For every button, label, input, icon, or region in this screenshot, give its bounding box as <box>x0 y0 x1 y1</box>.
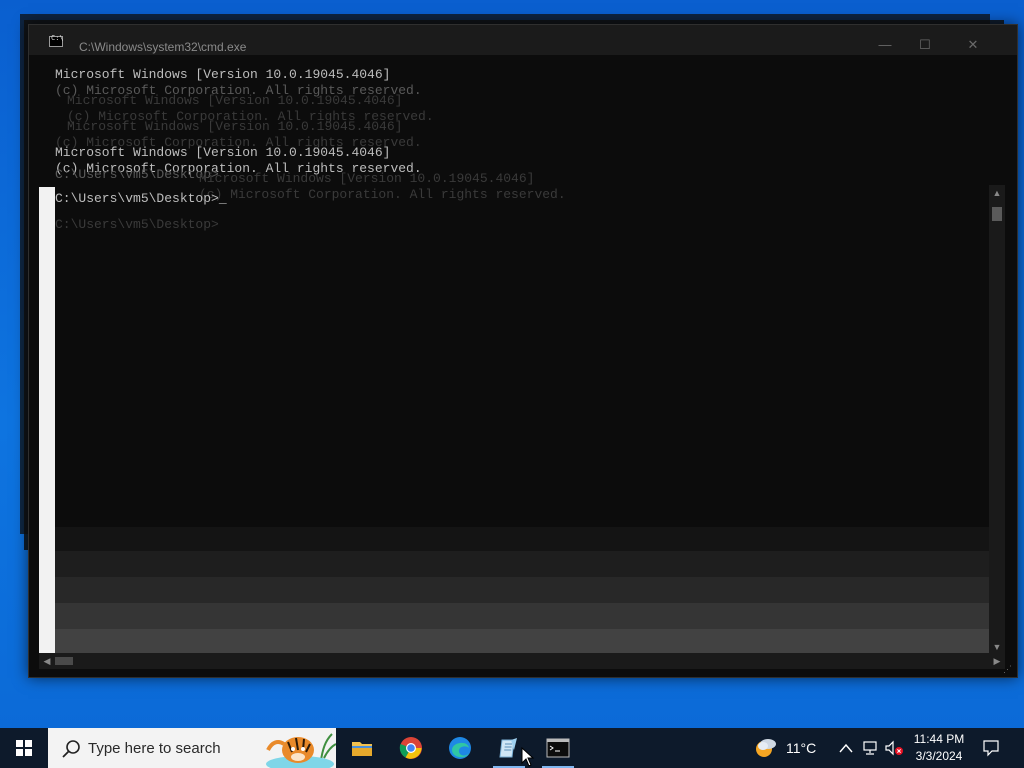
text-cursor: _ <box>218 191 227 206</box>
console-prompt: C:\Users\vm5\Desktop>_ <box>55 191 227 206</box>
console-line: Microsoft Windows [Version 10.0.19045.40… <box>55 145 391 160</box>
horizontal-scrollbar[interactable]: ◀ ▶ <box>39 653 1005 669</box>
console-line-ghost: Microsoft Windows [Version 10.0.19045.40… <box>67 119 403 134</box>
scroll-left-icon[interactable]: ◀ <box>39 653 55 669</box>
chevron-up-icon[interactable] <box>838 742 854 754</box>
search-placeholder: Type here to search <box>88 740 221 757</box>
clock-time: 11:44 PM <box>913 732 965 746</box>
weather-temp[interactable]: 11°C <box>786 740 816 756</box>
taskbar-edge[interactable] <box>436 728 484 768</box>
console-line-ghost: C:\Users\vm5\Desktop> <box>55 217 219 232</box>
ghost-band <box>39 577 989 603</box>
volume-muted-icon[interactable] <box>884 740 904 756</box>
prompt-text: C:\Users\vm5\Desktop> <box>55 191 219 206</box>
tiger-search-highlight-icon <box>266 733 336 768</box>
search-box[interactable]: Type here to search <box>48 728 336 768</box>
clock[interactable]: 11:44 PM 3/3/2024 <box>906 731 972 765</box>
partly-sunny-icon[interactable] <box>752 734 780 762</box>
windows-logo-icon <box>16 740 32 756</box>
window-title: C:\Windows\system32\cmd.exe <box>79 40 247 54</box>
taskbar-chrome[interactable] <box>387 728 435 768</box>
taskbar-file-explorer[interactable] <box>338 728 386 768</box>
scroll-thumb[interactable] <box>992 207 1002 221</box>
desktop: C:\Windows\system32\cmd.exe — ☐ ✕ Micros… <box>0 0 1024 728</box>
console-line-ghost: Microsoft Windows [Version 10.0.19045.40… <box>199 171 535 186</box>
console-line-ghost: C:\Users\vm5\Desktop> <box>55 167 219 182</box>
edge-icon <box>449 737 471 759</box>
minimize-button[interactable]: — <box>871 35 899 55</box>
cmd-window[interactable]: C:\Windows\system32\cmd.exe — ☐ ✕ Micros… <box>28 24 1018 678</box>
start-button[interactable] <box>0 728 48 768</box>
title-bar[interactable]: C:\Windows\system32\cmd.exe — ☐ ✕ <box>29 25 1017 55</box>
ghost-band <box>39 551 989 577</box>
taskbar-cmd[interactable] <box>534 728 582 768</box>
scroll-up-icon[interactable]: ▲ <box>989 185 1005 201</box>
notepad-icon <box>499 738 517 758</box>
cmd-icon <box>49 34 64 47</box>
ghost-strip <box>39 187 55 655</box>
search-icon <box>62 740 80 758</box>
console-line-ghost: Microsoft Windows [Version 10.0.19045.40… <box>67 93 403 108</box>
vertical-scrollbar[interactable]: ▲ ▼ <box>989 185 1005 655</box>
folder-icon <box>352 742 372 756</box>
cmd-icon <box>546 738 570 758</box>
console-output[interactable]: Microsoft Windows [Version 10.0.19045.40… <box>39 55 989 655</box>
ghost-band <box>39 629 989 655</box>
chrome-icon <box>399 737 422 759</box>
taskbar: Type here to search 11°C 11:44 PM 3/3/20… <box>0 728 1024 768</box>
console-line-ghost: (c) Microsoft Corporation. All rights re… <box>199 187 566 202</box>
scroll-thumb-horizontal[interactable] <box>55 657 73 665</box>
maximize-button[interactable]: ☐ <box>911 35 939 55</box>
resize-grip-icon[interactable]: ⋰ <box>1003 663 1015 675</box>
console-line: Microsoft Windows [Version 10.0.19045.40… <box>55 67 391 82</box>
network-icon[interactable] <box>862 740 880 756</box>
mouse-pointer-icon <box>521 747 535 767</box>
close-button[interactable]: ✕ <box>959 35 987 55</box>
ghost-band <box>39 603 989 629</box>
notification-icon[interactable] <box>982 739 1000 757</box>
clock-date: 3/3/2024 <box>915 749 963 763</box>
ghost-band <box>39 527 989 551</box>
